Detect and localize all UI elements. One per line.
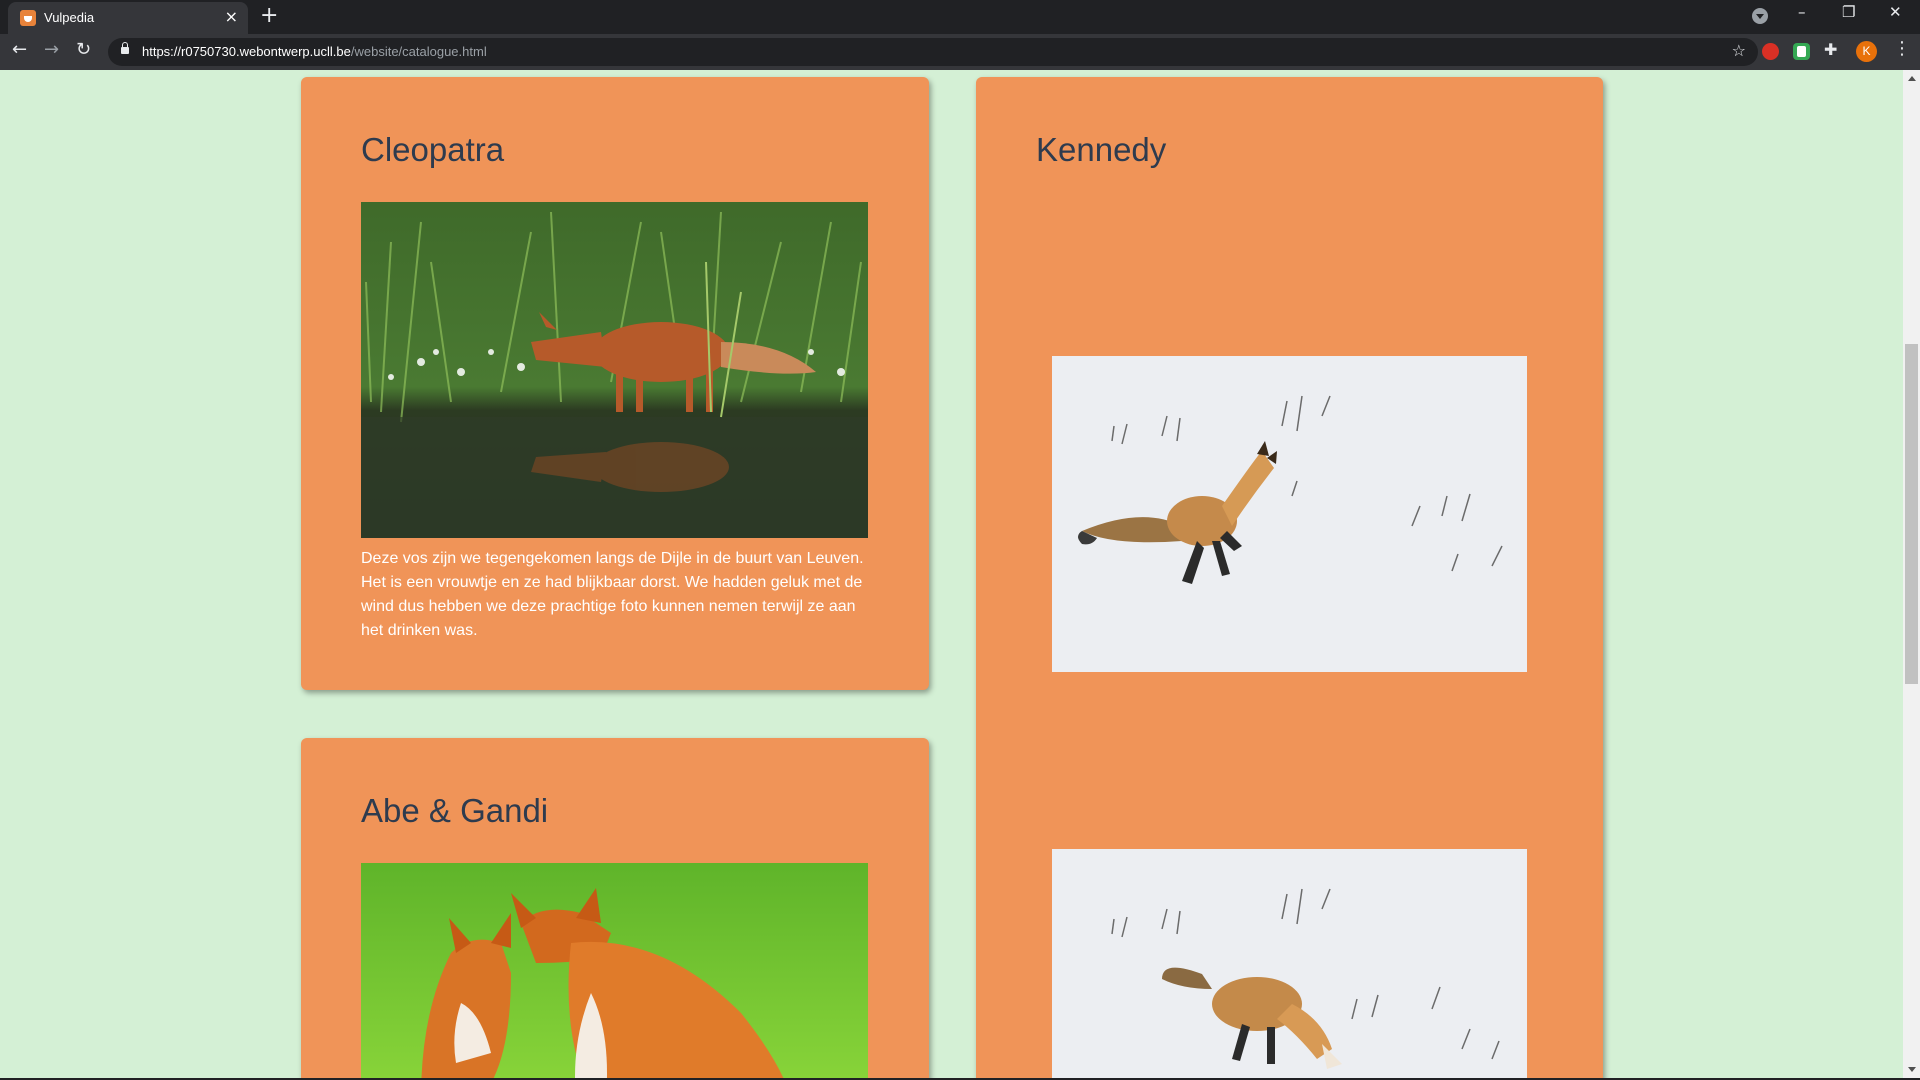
fox-card-cleopatra: Cleopatra Deze vos zijn we tegengekomen …	[301, 77, 929, 690]
tab-title: Vulpedia	[44, 10, 95, 25]
restore-button[interactable]: ❐	[1842, 3, 1855, 21]
minimize-button[interactable]: –	[1798, 3, 1806, 21]
tab-vulpedia[interactable]: Vulpedia ×	[8, 2, 248, 34]
fox-photo-kennedy-jump	[1052, 356, 1527, 672]
two-foxes-grass-photo	[361, 863, 868, 1078]
fox-name-heading: Cleopatra	[361, 131, 505, 168]
tab-strip: Vulpedia × + – ❐ ✕	[0, 0, 1920, 34]
close-window-button[interactable]: ✕	[1889, 3, 1902, 21]
browser-toolbar: ← → ↻ https://r0750730.webontwerp.ucll.b…	[0, 34, 1920, 70]
url-text[interactable]: https://r0750730.webontwerp.ucll.be/webs…	[142, 44, 487, 59]
fox-name-heading: Abe & Gandi	[361, 792, 549, 829]
fox-drinking-photo	[361, 202, 868, 538]
menu-icon[interactable]: ⋮	[1893, 38, 1911, 59]
scrollbar-thumb[interactable]	[1905, 344, 1918, 684]
vulpedia-favicon-icon	[20, 10, 36, 26]
new-tab-button[interactable]: +	[260, 3, 278, 28]
forward-icon[interactable]: →	[44, 39, 59, 60]
page-scrollbar[interactable]	[1903, 70, 1920, 1078]
extension-green-icon[interactable]	[1793, 43, 1810, 60]
fox-card-abe-gandi: Abe & Gandi	[301, 738, 929, 1078]
fox-photo-cleopatra	[361, 202, 868, 538]
scroll-down-arrow-icon[interactable]	[1908, 1067, 1916, 1072]
page-viewport: Cleopatra Deze vos zijn we tegengekomen …	[0, 70, 1920, 1078]
tab-search-icon[interactable]	[1752, 8, 1768, 24]
fox-photo-kennedy-dive	[1052, 849, 1527, 1078]
extension-red-icon[interactable]	[1762, 43, 1779, 60]
address-bar[interactable]: https://r0750730.webontwerp.ucll.be/webs…	[108, 38, 1758, 66]
bookmark-star-icon[interactable]: ☆	[1732, 41, 1746, 60]
extensions-puzzle-icon[interactable]: ✚	[1824, 40, 1837, 59]
profile-avatar[interactable]: K	[1856, 41, 1877, 62]
fox-name-heading: Kennedy	[1036, 131, 1167, 168]
fox-description: Deze vos zijn we tegengekomen langs de D…	[361, 550, 864, 639]
scroll-up-arrow-icon[interactable]	[1908, 76, 1916, 81]
back-icon[interactable]: ←	[12, 39, 27, 60]
fox-jumping-snow-photo	[1052, 356, 1527, 672]
reload-icon[interactable]: ↻	[76, 39, 91, 60]
lock-icon[interactable]	[121, 42, 129, 54]
fox-diving-snow-photo	[1052, 849, 1527, 1078]
tab-close-button[interactable]: ×	[225, 7, 238, 26]
fox-photo-abe-gandi	[361, 863, 868, 1078]
fox-card-kennedy: Kennedy	[976, 77, 1603, 1078]
